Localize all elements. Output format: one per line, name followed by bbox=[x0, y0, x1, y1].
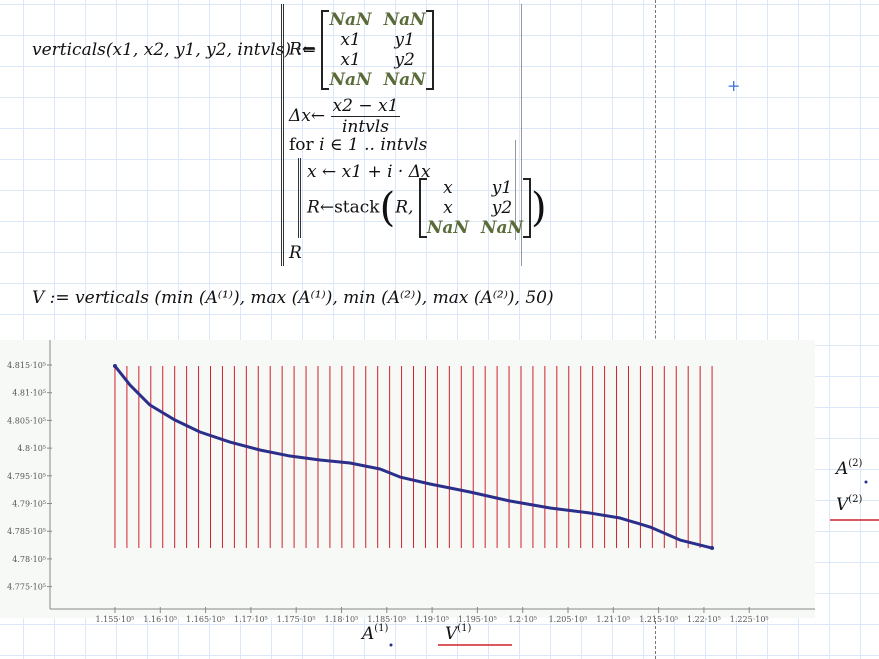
x-tick-label: 1.18·10⁵ bbox=[325, 615, 359, 624]
cursor-crosshair-icon: + bbox=[727, 76, 741, 95]
series-a-point bbox=[710, 546, 715, 551]
dx-line: Δx← x2 − x1 intvls bbox=[289, 96, 401, 137]
y-tick-label: 4.79·10⁵ bbox=[12, 500, 46, 509]
arrow: ← bbox=[310, 106, 326, 126]
x-tick-label: 1.165·10⁵ bbox=[186, 615, 225, 624]
x-tick-label: 1.155·10⁵ bbox=[96, 615, 135, 624]
return-var: R bbox=[289, 243, 302, 263]
y-tick-label: 4.775·10⁵ bbox=[7, 583, 46, 592]
verticals-definition[interactable]: verticals(x1, x2, y1, y2, intvls) := bbox=[32, 40, 316, 60]
cell: NaN bbox=[329, 70, 372, 90]
cell: x1 bbox=[340, 50, 361, 70]
y-tick-label: 4.815·10⁵ bbox=[7, 361, 46, 370]
cell: NaN bbox=[329, 10, 372, 30]
in-symbol: ∈ bbox=[329, 135, 343, 155]
x-tick-label: 1.2·10⁵ bbox=[508, 615, 537, 624]
x-tick-label: 1.16·10⁵ bbox=[143, 615, 177, 624]
y-legend-a: A(2) bbox=[834, 458, 863, 479]
x-tick-label: 1.225·10⁵ bbox=[730, 615, 769, 624]
cell: y1 bbox=[491, 178, 513, 198]
stack-arg: R, bbox=[395, 197, 414, 218]
cell: NaN bbox=[426, 218, 469, 238]
function-name: verticals bbox=[32, 40, 106, 60]
y-tick-label: 4.81·10⁵ bbox=[12, 389, 46, 398]
v-definition[interactable]: V := verticals (min (A⁽¹⁾), max (A⁽¹⁾), … bbox=[32, 288, 554, 308]
cell: y2 bbox=[394, 50, 415, 70]
dx-fraction: x2 − x1 intvls bbox=[330, 96, 401, 137]
legend-a-marker bbox=[389, 643, 393, 647]
arrow: ← bbox=[301, 39, 317, 60]
for-line: for i ∈ 1 .. intvls bbox=[289, 135, 427, 155]
cell: y1 bbox=[394, 30, 415, 50]
r-var: R bbox=[307, 197, 320, 218]
r-var: R bbox=[289, 39, 302, 60]
stack-matrix: x y1 x y2 NaN NaN bbox=[418, 178, 531, 238]
xy-plot[interactable]: 4.815·10⁵ 4.81·10⁵ 4.805·10⁵ 4.8·10⁵ 4.795·1… bbox=[0, 340, 879, 659]
r-init-line: R← NaN NaN x1 y1 x1 y2 NaN NaN bbox=[289, 10, 434, 90]
y-tick-label: 4.785·10⁵ bbox=[7, 527, 46, 536]
program-bar bbox=[281, 4, 284, 266]
x-tick-label: 1.22·10⁵ bbox=[687, 615, 721, 624]
x-tick-label: 1.175·10⁵ bbox=[277, 615, 316, 624]
for-keyword: for bbox=[289, 135, 314, 155]
cell: x1 bbox=[340, 30, 361, 50]
x-legend-v: V(1) bbox=[445, 623, 472, 644]
x-tick-label: 1.19·10⁵ bbox=[415, 615, 449, 624]
init-matrix: NaN NaN x1 y1 x1 y2 NaN NaN bbox=[321, 10, 434, 90]
cell: NaN bbox=[480, 218, 523, 238]
x-legend-a: A(1) bbox=[360, 623, 389, 644]
x-tick-label: 1.21·10⁵ bbox=[596, 615, 630, 624]
numerator: x2 − x1 bbox=[330, 96, 401, 117]
for-var: i bbox=[319, 135, 325, 155]
cell: x bbox=[443, 178, 453, 198]
y-tick-label: 4.805·10⁵ bbox=[7, 416, 46, 425]
arrow: ← bbox=[319, 197, 335, 218]
dx-var: Δx bbox=[289, 106, 311, 126]
function-params: (x1, x2, y1, y2, intvls) bbox=[105, 40, 292, 60]
cell: y2 bbox=[491, 198, 513, 218]
x-tick-label: 1.205·10⁵ bbox=[549, 615, 588, 624]
stack-fn: stack bbox=[334, 197, 380, 218]
legend-a2-marker bbox=[864, 480, 868, 484]
y-tick-label: 4.8·10⁵ bbox=[17, 444, 46, 453]
stack-line: R←stack(R, x y1 x y2 NaN NaN ) bbox=[307, 178, 547, 238]
y-legend-v: V(2) bbox=[836, 494, 863, 515]
loop-bar bbox=[298, 158, 301, 238]
y-tick-label: 4.795·10⁵ bbox=[7, 472, 46, 481]
cell: NaN bbox=[383, 70, 426, 90]
series-a-point bbox=[112, 364, 117, 369]
y-tick-label: 4.78·10⁵ bbox=[12, 555, 46, 564]
for-range: 1 .. intvls bbox=[347, 135, 428, 155]
x-tick-label: 1.215·10⁵ bbox=[639, 615, 678, 624]
cell: x bbox=[443, 198, 453, 218]
x-tick-label: 1.17·10⁵ bbox=[234, 615, 268, 624]
cell: NaN bbox=[383, 10, 426, 30]
denominator: intvls bbox=[341, 117, 389, 137]
